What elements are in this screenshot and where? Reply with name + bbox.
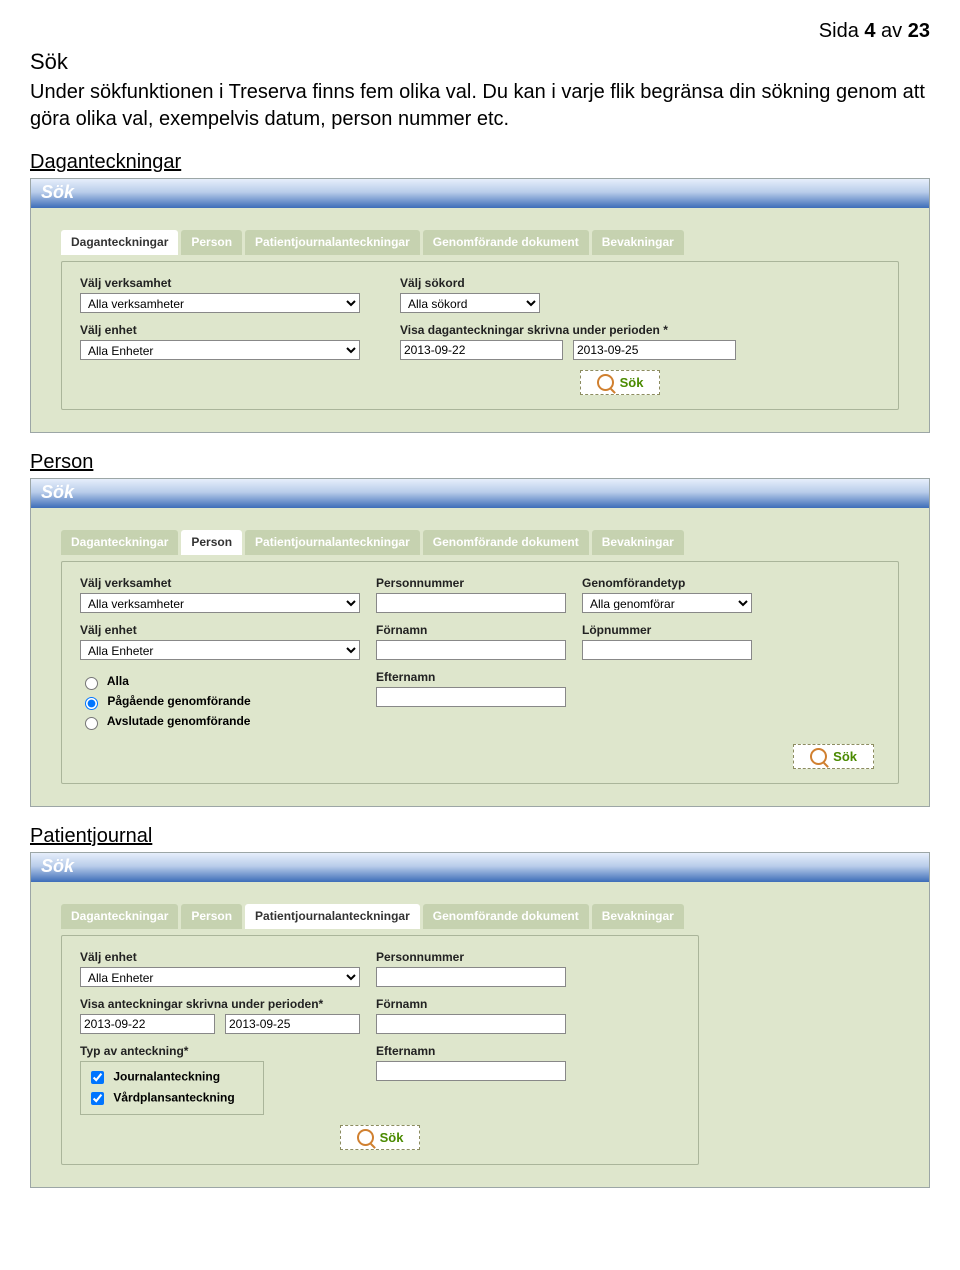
- section-link-person: Person: [30, 451, 930, 474]
- sokord-select[interactable]: Alla sökord: [400, 293, 540, 313]
- tab-daganteckningar[interactable]: Daganteckningar: [61, 530, 178, 555]
- lopnummer-input[interactable]: [582, 640, 752, 660]
- efternamn-input[interactable]: [376, 1061, 566, 1081]
- personnummer-label: Personnummer: [376, 576, 566, 590]
- sokord-label: Välj sökord: [400, 276, 540, 290]
- tabs-bar: Daganteckningar Person Patientjournalant…: [61, 530, 917, 555]
- search-icon: [810, 748, 827, 765]
- tab-bevakningar[interactable]: Bevakningar: [592, 230, 684, 255]
- tab-patientjournal[interactable]: Patientjournalanteckningar: [245, 530, 420, 555]
- search-icon: [357, 1129, 374, 1146]
- enhet-select[interactable]: Alla Enheter: [80, 640, 360, 660]
- date-to-input[interactable]: [573, 340, 736, 360]
- tab-patientjournal[interactable]: Patientjournalanteckningar: [245, 904, 420, 929]
- anteckningstyp-label: Typ av anteckning*: [80, 1044, 360, 1058]
- sok-button[interactable]: Sök: [580, 370, 661, 395]
- personnummer-input[interactable]: [376, 967, 566, 987]
- panel-patientjournal: Sök Daganteckningar Person Patientjourna…: [30, 852, 930, 1188]
- date-from-input[interactable]: [400, 340, 563, 360]
- genomforandetyp-select[interactable]: Alla genomförar: [582, 593, 752, 613]
- panel-daganteckningar: Sök Daganteckningar Person Patientjourna…: [30, 178, 930, 433]
- genomforandetyp-label: Genomförandetyp: [582, 576, 752, 590]
- tab-bevakningar[interactable]: Bevakningar: [592, 530, 684, 555]
- panel-title: Sök: [31, 853, 929, 882]
- section-link-patientjournal: Patientjournal: [30, 825, 930, 848]
- enhet-label: Välj enhet: [80, 623, 360, 637]
- enhet-label: Välj enhet: [80, 950, 360, 964]
- enhet-label: Välj enhet: [80, 323, 360, 337]
- fornamn-input[interactable]: [376, 640, 566, 660]
- fornamn-input[interactable]: [376, 1014, 566, 1034]
- chk-vardplansanteckning[interactable]: Vårdplansanteckning: [87, 1089, 257, 1108]
- personnummer-label: Personnummer: [376, 950, 566, 964]
- section-link-daganteckningar: Daganteckningar: [30, 151, 930, 174]
- panel-title: Sök: [31, 179, 929, 208]
- anteckningstyp-group: Journalanteckning Vårdplansanteckning: [80, 1061, 264, 1115]
- tab-person[interactable]: Person: [181, 230, 242, 255]
- intro-text: Under sökfunktionen i Treserva finns fem…: [30, 79, 930, 133]
- date-from-input[interactable]: [80, 1014, 215, 1034]
- verksamhet-label: Välj verksamhet: [80, 276, 360, 290]
- enhet-select[interactable]: Alla Enheter: [80, 340, 360, 360]
- tab-genomforande[interactable]: Genomförande dokument: [423, 230, 589, 255]
- status-radio-group: Alla Pågående genomförande Avslutade gen…: [80, 670, 360, 734]
- sok-button[interactable]: Sök: [793, 744, 874, 769]
- panel-person: Sök Daganteckningar Person Patientjourna…: [30, 478, 930, 807]
- radio-alla[interactable]: Alla: [80, 674, 360, 690]
- verksamhet-select[interactable]: Alla verksamheter: [80, 593, 360, 613]
- fornamn-label: Förnamn: [376, 623, 566, 637]
- date-to-input[interactable]: [225, 1014, 360, 1034]
- page-counter: Sida 4 av 23: [30, 20, 930, 43]
- radio-pagaende[interactable]: Pågående genomförande: [80, 694, 360, 710]
- efternamn-label: Efternamn: [376, 1044, 566, 1058]
- fornamn-label: Förnamn: [376, 997, 566, 1011]
- enhet-select[interactable]: Alla Enheter: [80, 967, 360, 987]
- radio-avslutade[interactable]: Avslutade genomförande: [80, 714, 360, 730]
- chk-journalanteckning[interactable]: Journalanteckning: [87, 1068, 257, 1087]
- verksamhet-select[interactable]: Alla verksamheter: [80, 293, 360, 313]
- efternamn-input[interactable]: [376, 687, 566, 707]
- tab-bevakningar[interactable]: Bevakningar: [592, 904, 684, 929]
- tab-daganteckningar[interactable]: Daganteckningar: [61, 230, 178, 255]
- period-label: Visa anteckningar skrivna under perioden…: [80, 997, 360, 1011]
- tabs-bar: Daganteckningar Person Patientjournalant…: [61, 230, 917, 255]
- period-label: Visa daganteckningar skrivna under perio…: [400, 323, 736, 337]
- personnummer-input[interactable]: [376, 593, 566, 613]
- sok-button[interactable]: Sök: [340, 1125, 421, 1150]
- tab-daganteckningar[interactable]: Daganteckningar: [61, 904, 178, 929]
- tab-patientjournal[interactable]: Patientjournalanteckningar: [245, 230, 420, 255]
- tab-person[interactable]: Person: [181, 530, 242, 555]
- tab-genomforande[interactable]: Genomförande dokument: [423, 530, 589, 555]
- page-title: Sök: [30, 49, 930, 75]
- tab-genomforande[interactable]: Genomförande dokument: [423, 904, 589, 929]
- tabs-bar: Daganteckningar Person Patientjournalant…: [61, 904, 917, 929]
- efternamn-label: Efternamn: [376, 670, 566, 684]
- lopnummer-label: Löpnummer: [582, 623, 752, 637]
- tab-person[interactable]: Person: [181, 904, 242, 929]
- search-icon: [597, 374, 614, 391]
- verksamhet-label: Välj verksamhet: [80, 576, 360, 590]
- panel-title: Sök: [31, 479, 929, 508]
